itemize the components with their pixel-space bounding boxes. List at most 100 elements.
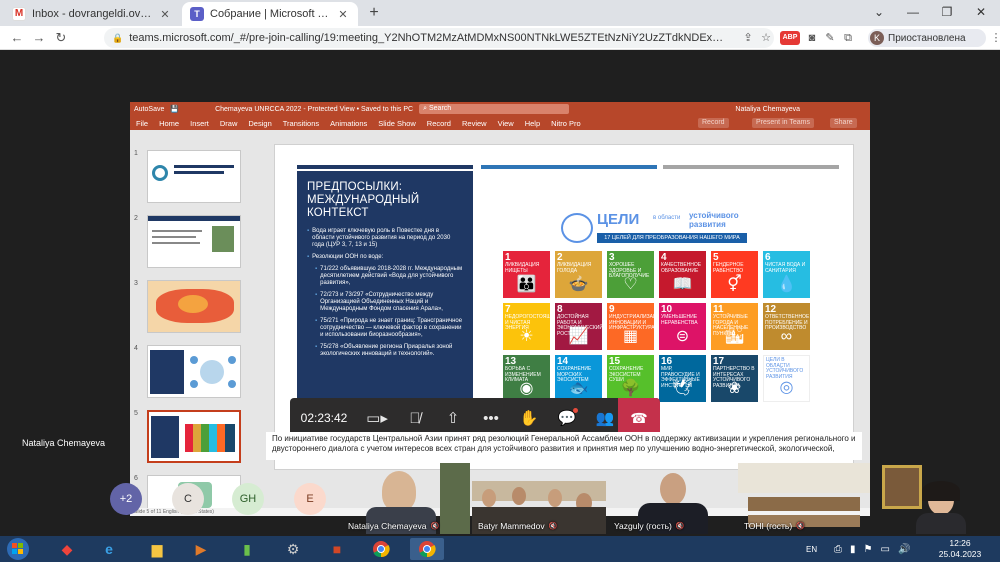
maximize-button[interactable]: ❐ xyxy=(930,0,964,24)
language-indicator[interactable]: EN xyxy=(806,536,817,562)
chrome-taskbar-icon-active[interactable] xyxy=(410,538,444,560)
media-taskbar-icon[interactable]: ▶ xyxy=(184,538,218,560)
sdg-goal-4: 4 Качественное образование 📖 xyxy=(659,251,706,298)
presenter-name: Nataliya Chemayeva xyxy=(22,438,106,448)
chevron-down-icon[interactable]: ⌄ xyxy=(862,0,896,24)
notification-dot xyxy=(573,408,578,413)
bullet-text: Вода играет ключевую роль в Повестке дня… xyxy=(312,228,451,248)
more-icon: ••• xyxy=(483,409,499,427)
call-timer: 02:23:42 xyxy=(300,411,348,425)
water-icon: 💧 xyxy=(776,276,797,293)
document-title: Chemayeva UNRCCA 2022 - Protected View •… xyxy=(215,105,414,113)
video-tile[interactable]: Nataliya Chemayeva 🔇 xyxy=(342,463,470,534)
present-in-teams-button: Present in Teams xyxy=(752,118,814,128)
volume-icon: 🔊 xyxy=(897,543,911,555)
close-icon[interactable]: ✕ xyxy=(158,8,172,21)
video-tile[interactable]: ТОНІ (гость) 🔇 xyxy=(738,463,870,534)
windows-logo-icon xyxy=(7,538,29,560)
printer-icon: ⎙ xyxy=(834,543,842,555)
close-icon[interactable]: ✕ xyxy=(336,8,350,21)
ppt-notes: По инициативе государств Центральной Ази… xyxy=(266,432,862,460)
mic-off-icon: 🔇 xyxy=(796,523,805,530)
share-icon[interactable]: ⇪ xyxy=(740,31,756,45)
camera-icon[interactable]: ◙ xyxy=(804,31,820,45)
equal-icon: ⊜ xyxy=(675,328,690,345)
rings-icon: ❀ xyxy=(727,380,742,397)
slide-thumb-2 xyxy=(147,215,241,268)
avatar-label: +2 xyxy=(119,493,133,505)
video-tile[interactable]: Batyr Mammedov 🔇 xyxy=(472,463,606,534)
video-label: ТОНІ (гость) 🔇 xyxy=(744,521,805,531)
sdg-goal-16: 16 Мир, правосудие и эффективные институт… xyxy=(659,355,706,402)
ppt-menu-item: Review xyxy=(461,118,487,128)
chrome-icon xyxy=(419,541,436,558)
video-tile[interactable] xyxy=(872,463,998,534)
tab-gmail[interactable]: M Inbox - dovrangeldi.ovl@gmail.c ✕ xyxy=(4,2,180,26)
tray-icons[interactable]: ⎙ ▮ ⚑ ▭ 🔊 xyxy=(834,536,910,562)
anydesk-taskbar-icon[interactable]: ◆ xyxy=(50,538,84,560)
sdg-title: ЦЕЛИ xyxy=(597,211,640,228)
tools-taskbar-icon[interactable]: ⚙ xyxy=(276,538,310,560)
chart-taskbar-icon[interactable]: ▮ xyxy=(230,538,264,560)
sdg-goal-8: 8 Достойная работа и экономический рост 📈 xyxy=(555,303,602,350)
cubes-icon: ▦ xyxy=(622,328,639,345)
video-label: Nataliya Chemayeva 🔇 xyxy=(348,521,439,531)
chrome-taskbar-icon[interactable] xyxy=(364,538,398,560)
explorer-taskbar-icon[interactable]: ▆ xyxy=(140,538,174,560)
gmail-icon: M xyxy=(12,7,26,21)
minimize-button[interactable]: — xyxy=(896,0,930,24)
slide-number: 6 xyxy=(134,475,138,482)
participant-avatar[interactable]: E xyxy=(294,483,326,515)
adblock-icon[interactable]: ABP xyxy=(780,31,800,45)
reload-icon[interactable]: ↻ xyxy=(50,30,72,46)
teams-icon: T xyxy=(190,7,204,21)
mic-off-icon: 🔇 xyxy=(675,523,685,530)
participant-name: Yazguly (гость) xyxy=(614,521,672,531)
forward-icon[interactable]: → xyxy=(28,30,50,45)
sdg-goal-14: 14 Сохранение морских экосистем 🐟 xyxy=(555,355,602,402)
video-label: Batyr Mammedov 🔇 xyxy=(478,521,557,531)
sdg-goal-15: 15 Сохранение экосистем суши 🌳 xyxy=(607,355,654,402)
menu-icon[interactable]: ⋮ xyxy=(988,31,1000,45)
ppt-taskbar-icon[interactable]: ■ xyxy=(320,538,354,560)
taskbar-clock[interactable]: 12:26 25.04.2023 xyxy=(930,538,990,560)
puzzle-icon[interactable]: ⧉ xyxy=(840,31,856,45)
tab-teams[interactable]: T Собрание | Microsoft Teams ✕ xyxy=(182,2,358,26)
ppt-titlebar: AutoSave 💾 Chemayeva UNRCCA 2022 - Prote… xyxy=(130,102,870,116)
slide-title: ПРЕДПОСЫЛКИ: МЕЖДУНАРОДНЫЙ КОНТЕКСТ xyxy=(307,181,420,219)
profile-button[interactable]: K Приостановлена xyxy=(868,29,986,47)
back-icon[interactable]: ← xyxy=(6,30,28,45)
more-participants-avatar[interactable]: +2 xyxy=(110,483,142,515)
ppt-menu-item: Help xyxy=(524,118,541,128)
bullet-text: 71/222 объявившую 2018-2028 гг. Междунар… xyxy=(320,266,463,286)
slide-thumb-5 xyxy=(147,410,241,463)
network-icon: ▮ xyxy=(850,543,856,555)
extension-icon[interactable]: ✎ xyxy=(822,31,838,45)
browser-tabstrip: M Inbox - dovrangeldi.ovl@gmail.c ✕ T Со… xyxy=(0,0,1000,26)
ie-taskbar-icon[interactable]: e xyxy=(92,538,126,560)
sun-icon: ☀ xyxy=(519,328,534,345)
goal-title: ЦЕЛИ В ОБЛАСТИ УСТОЙЧИВОГО РАЗВИТИЯ xyxy=(766,357,804,380)
hang-up-icon: ☎ xyxy=(630,409,648,426)
participant-avatar[interactable]: GH xyxy=(232,483,264,515)
video-tile[interactable]: Yazguly (гость) 🔇 xyxy=(608,463,736,534)
slide-thumbnails: 1 2 3 4 5 6 xyxy=(130,130,250,516)
window-close-button[interactable]: ✕ xyxy=(964,0,998,24)
new-tab-button[interactable]: + xyxy=(364,4,384,22)
record-button: Record xyxy=(698,118,729,128)
tab-title: Собрание | Microsoft Teams xyxy=(210,8,330,20)
slide-thumb-1 xyxy=(147,150,241,203)
address-bar[interactable]: 🔒 teams.microsoft.com/_#/pre-join-callin… xyxy=(104,28,774,48)
ppt-menu-item: Animations xyxy=(330,118,368,128)
mic-off-icon: 🔇 xyxy=(430,523,440,530)
start-button[interactable] xyxy=(4,537,32,561)
dove-icon: 🕊 xyxy=(672,380,693,397)
slide-number: 1 xyxy=(134,150,138,157)
ppt-menu-item: Transitions xyxy=(282,118,320,128)
participant-avatar[interactable]: C xyxy=(172,483,204,515)
star-icon[interactable]: ☆ xyxy=(758,31,774,45)
ppt-menu-item: Nitro Pro xyxy=(551,118,581,128)
ppt-user: Nataliya Chemayeva xyxy=(735,105,800,113)
save-icon: 💾 xyxy=(170,106,180,113)
goal-title: Чистая вода и санитария xyxy=(765,262,806,274)
